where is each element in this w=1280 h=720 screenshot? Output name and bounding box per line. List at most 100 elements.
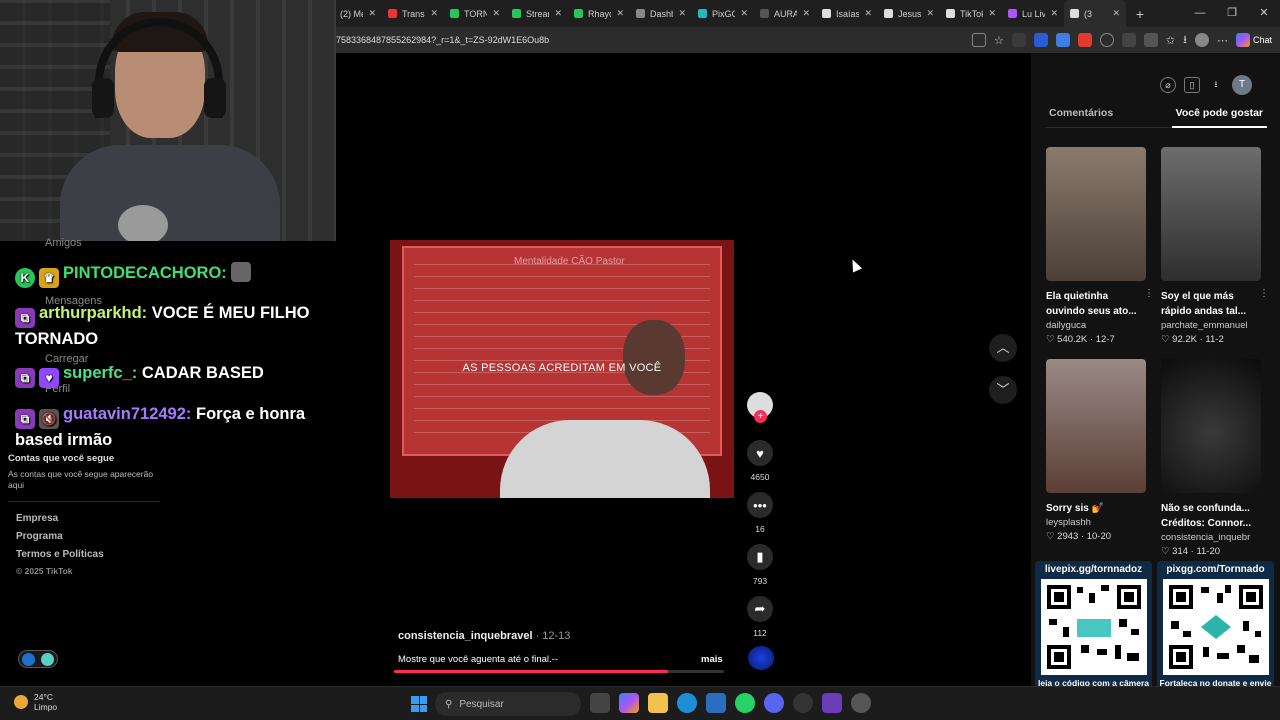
browser-tab[interactable]: TORNI ✕ [444,0,506,27]
comment-icon[interactable]: ••• [747,492,773,518]
video-author[interactable]: dailyguca [1046,320,1146,331]
store-icon[interactable] [706,693,726,713]
share-icon[interactable]: ➦ [747,596,773,622]
prev-video-button[interactable]: ︿ [989,334,1017,362]
taskbar-search[interactable]: ⚲ Pesquisar [435,692,581,716]
close-icon[interactable]: ✕ [492,8,500,19]
browser-tab[interactable]: Stream ✕ [506,0,568,27]
favorites-icon[interactable]: ✩ [1166,34,1175,47]
profile-icon[interactable] [1194,33,1209,47]
recommended-video[interactable]: Sorry sis 💅 leysplashh ♡ 2943 · 10-20 [1046,359,1146,542]
link-terms[interactable]: Termos e Políticas [16,549,104,560]
avatar[interactable]: + [747,392,773,423]
browser-tab[interactable]: (3 ✕ [1064,0,1126,27]
close-icon[interactable]: ✕ [864,8,872,19]
download-icon[interactable]: ⭳ [1183,31,1187,50]
close-icon[interactable]: ✕ [1112,8,1120,19]
close-icon[interactable]: ✕ [988,8,996,19]
browser-tab[interactable]: Lu Liv ✕ [1002,0,1064,27]
link-program[interactable]: Programa [16,531,63,542]
close-icon[interactable]: ✕ [616,8,624,19]
video-author[interactable]: leysplashh [1046,517,1146,528]
browser-tab[interactable]: AURA ✕ [754,0,816,27]
music-disc-icon[interactable] [748,646,774,670]
translate-icon[interactable] [1055,33,1070,47]
file-explorer-icon[interactable] [648,693,668,713]
copilot-chat-button[interactable]: Chat [1235,33,1272,47]
recommended-video[interactable]: Soy el que más rápido andas tal... parch… [1161,147,1269,345]
star-icon[interactable]: ☆ [994,34,1004,47]
video-thumbnail[interactable] [1161,147,1261,281]
close-icon[interactable]: ✕ [926,8,934,19]
shield-icon[interactable] [1033,33,1048,47]
video-progress-bar[interactable] [394,670,724,673]
extension-icon[interactable] [1011,33,1026,47]
more-options-icon[interactable]: ⋮ [1144,288,1154,299]
video-thumbnail[interactable] [1046,359,1146,493]
video-thumbnail[interactable] [1046,147,1146,281]
author-name[interactable]: consistencia_inquebravel [398,630,533,642]
browser-tab[interactable]: Transm ✕ [382,0,444,27]
browser-tab[interactable]: Rhaycl ✕ [568,0,630,27]
video-title[interactable]: Sorry sis 💅 [1046,501,1146,516]
save-action[interactable]: ▮ 793 [745,544,775,586]
minimize-button[interactable]: — [1184,0,1216,27]
menu-friends[interactable]: Amigos [45,237,82,249]
task-view-icon[interactable] [590,693,610,713]
browser-tab[interactable]: TikTok ✕ [940,0,1002,27]
close-icon[interactable]: ✕ [368,8,376,19]
creator-avatar[interactable]: + [745,392,775,423]
video-thumbnail[interactable] [1161,359,1261,493]
comment-action[interactable]: ••• 16 [745,492,775,534]
video-title[interactable]: Soy el que más rápido andas tal... [1161,289,1261,319]
bookmark-icon[interactable]: ▮ [747,544,773,570]
close-window-button[interactable]: ✕ [1248,0,1280,27]
app-toggle[interactable] [18,650,58,668]
tab-you-may-like[interactable]: Você pode gostar [1171,107,1267,128]
reader-icon[interactable] [972,33,987,47]
close-icon[interactable]: ✕ [1050,8,1058,19]
more-button[interactable]: mais [701,654,723,665]
video-author[interactable]: consistencia_inquebr [1161,532,1261,543]
close-icon[interactable]: ✕ [554,8,562,19]
heart-icon[interactable]: ♥ [747,440,773,466]
more-icon[interactable]: ⋯ [1217,34,1228,47]
video-author[interactable]: parchate_emmanuel [1161,320,1261,331]
browser-tab[interactable]: Jesus ✕ [878,0,940,27]
whatsapp-icon[interactable] [735,693,755,713]
close-icon[interactable]: ✕ [430,8,438,19]
tab-comments[interactable]: Comentários [1045,107,1117,119]
recommended-video[interactable]: Ela quietinha ouvindo seus ato... dailyg… [1046,147,1154,345]
app-icon[interactable] [822,693,842,713]
user-avatar[interactable]: T [1232,75,1252,95]
video-author[interactable]: consistencia_inquebravel · 12-13 [398,630,570,642]
discord-icon[interactable] [764,693,784,713]
new-tab-button[interactable]: + [1126,6,1154,22]
link-company[interactable]: Empresa [16,513,58,524]
close-icon[interactable]: ✕ [802,8,810,19]
settings-icon[interactable] [851,693,871,713]
like-action[interactable]: ♥ 4650 [745,440,775,482]
copilot-icon[interactable] [619,693,639,713]
browser-tab[interactable]: Dashb ✕ [630,0,692,27]
compass-icon[interactable]: ⌀ [1160,77,1176,93]
browser-tab[interactable]: PixGG ✕ [692,0,754,27]
follow-plus-icon[interactable]: + [754,410,767,423]
download-icon[interactable]: ⭳ [1208,77,1224,93]
next-video-button[interactable]: ﹀ [989,376,1017,404]
refresh-ext-icon[interactable] [1099,33,1114,47]
more-options-icon[interactable]: ⋮ [1259,288,1269,299]
edge-icon[interactable] [677,693,697,713]
maximize-button[interactable]: ❐ [1216,0,1248,27]
browser-tab[interactable]: Isaías ✕ [816,0,878,27]
url-field[interactable]: 7583368487855262984?_r=1&_t=ZS-92dW1E6Ou… [336,35,972,45]
video-title[interactable]: Ela quietinha ouvindo seus ato... [1046,289,1146,319]
puzzle-icon[interactable] [1121,33,1136,47]
share-action[interactable]: ➦ 112 [745,596,775,638]
start-button[interactable] [411,696,427,712]
close-icon[interactable]: ✕ [678,8,686,19]
tabs-icon[interactable] [1143,33,1158,47]
obs-icon[interactable] [793,693,813,713]
phone-icon[interactable]: ▯ [1184,77,1200,93]
video-title[interactable]: Não se confunda... Créditos: Connor... [1161,501,1261,531]
